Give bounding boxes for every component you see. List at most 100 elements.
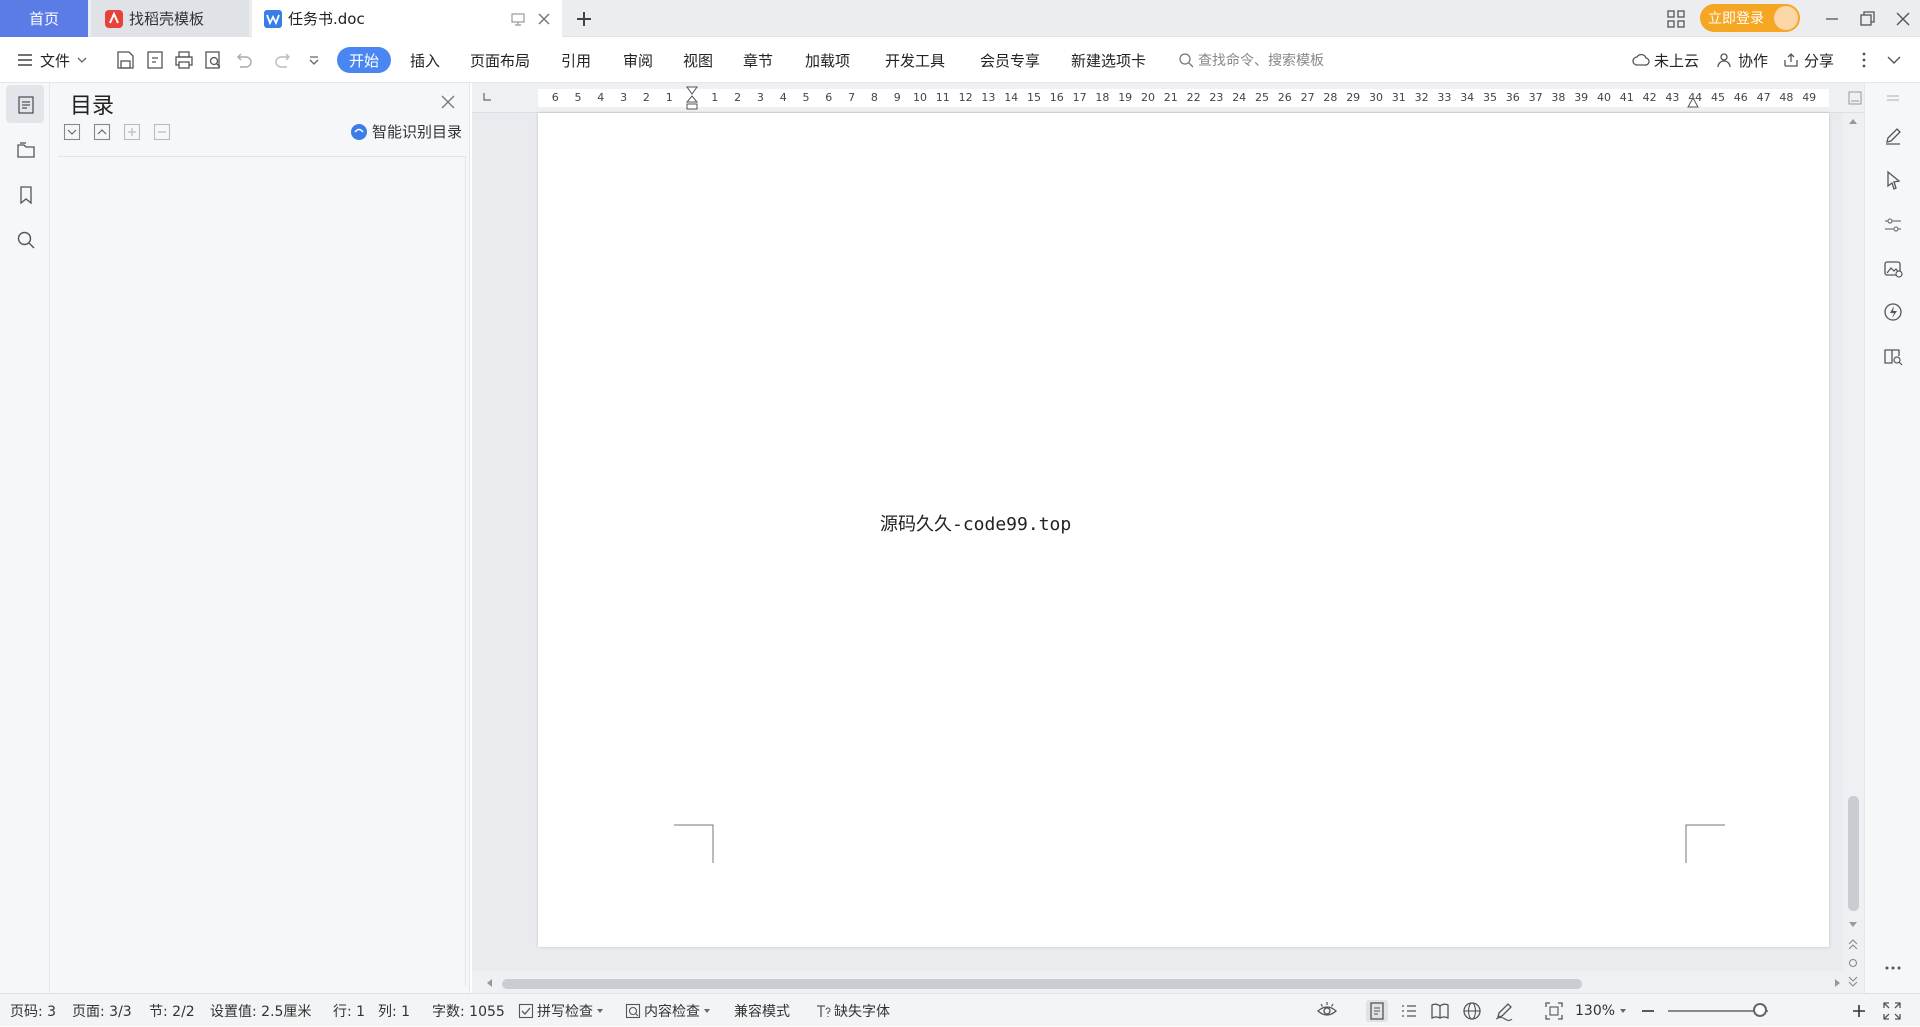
tab-references[interactable]: 引用 xyxy=(561,37,591,83)
tab-section[interactable]: 章节 xyxy=(743,37,773,83)
scroll-down-icon[interactable] xyxy=(1848,921,1858,929)
dropdown-caret-icon xyxy=(1619,1008,1627,1014)
tab-review[interactable]: 审阅 xyxy=(623,37,653,83)
margin-corner-right xyxy=(1685,824,1725,864)
page-view-icon[interactable] xyxy=(1366,1000,1388,1022)
login-button[interactable]: 立即登录 xyxy=(1700,4,1800,32)
eye-protection-icon[interactable] xyxy=(1316,1000,1338,1022)
more-vertical-icon[interactable] xyxy=(1853,49,1875,71)
restore-icon[interactable] xyxy=(1857,9,1877,29)
select-cursor-icon[interactable] xyxy=(1882,169,1904,191)
zoom-in-icon[interactable] xyxy=(1848,1000,1870,1022)
collab-button[interactable]: 协作 xyxy=(1716,37,1768,83)
export-pdf-icon[interactable] xyxy=(144,49,166,71)
tab-view[interactable]: 视图 xyxy=(683,37,713,83)
tab-page-layout[interactable]: 页面布局 xyxy=(470,37,530,83)
horizontal-scrollbar[interactable] xyxy=(472,971,1843,993)
status-page-code[interactable]: 页码: 3 xyxy=(10,994,56,1027)
print-preview-icon[interactable] xyxy=(202,49,224,71)
tab-float-icon[interactable] xyxy=(510,11,526,27)
minimize-icon[interactable] xyxy=(1822,9,1842,29)
bookmark-icon[interactable] xyxy=(14,183,38,207)
close-window-icon[interactable] xyxy=(1893,9,1913,29)
status-setting[interactable]: 设置值: 2.5厘米 xyxy=(210,994,311,1027)
zoom-slider-knob[interactable] xyxy=(1753,1003,1767,1017)
outline-view-icon[interactable] xyxy=(1398,1000,1420,1022)
right-indent-icon[interactable] xyxy=(1686,97,1700,109)
indent-marker-icon[interactable] xyxy=(685,85,699,111)
ruler-tick-label: 11 xyxy=(935,91,950,104)
tab-home[interactable]: 首页 xyxy=(0,0,88,37)
find-icon[interactable] xyxy=(14,228,38,252)
scroll-left-icon[interactable] xyxy=(485,978,493,988)
next-page-icon[interactable] xyxy=(1848,975,1858,987)
print-icon[interactable] xyxy=(173,49,195,71)
fullscreen-icon[interactable] xyxy=(1881,1000,1903,1022)
writing-mode-icon[interactable] xyxy=(1493,1000,1515,1022)
status-compat[interactable]: 兼容模式 xyxy=(734,994,790,1027)
web-view-icon[interactable] xyxy=(1461,1000,1483,1022)
cloud-status-button[interactable]: 未上云 xyxy=(1632,37,1699,83)
fit-page-icon[interactable] xyxy=(1543,1000,1565,1022)
quick-action-icon[interactable] xyxy=(1882,301,1904,323)
file-menu[interactable]: 文件 xyxy=(16,37,88,83)
tab-close-icon[interactable] xyxy=(536,11,552,27)
tab-insert[interactable]: 插入 xyxy=(410,37,440,83)
tab-member[interactable]: 会员专享 xyxy=(980,37,1040,83)
command-search[interactable]: 查找命令、搜索模板 xyxy=(1178,48,1378,72)
tab-stop-icon[interactable] xyxy=(482,92,492,102)
promote-level-icon[interactable] xyxy=(123,123,141,141)
document-page[interactable]: 源码久久-code99.top xyxy=(538,113,1829,947)
reading-view-icon[interactable] xyxy=(1429,1000,1451,1022)
adjust-sliders-icon[interactable] xyxy=(1882,214,1904,236)
demote-level-icon[interactable] xyxy=(153,123,171,141)
tab-start[interactable]: 开始 xyxy=(337,47,391,73)
reading-mode-icon[interactable] xyxy=(1882,345,1904,367)
vertical-scrollbar[interactable] xyxy=(1843,113,1864,993)
tab-new-tab[interactable]: 新建选项卡 xyxy=(1071,37,1146,83)
horizontal-ruler[interactable]: 6 5 4 3 2 1 1 2 3 4 5 6 7 8 9 10 11 12 13 14 15 16 17 18 19 20 21 2… xyxy=(472,83,1864,113)
edit-pen-icon[interactable] xyxy=(1882,125,1904,147)
zoom-dropdown[interactable]: 130% xyxy=(1575,994,1627,1027)
chapter-nav-icon[interactable] xyxy=(14,138,38,162)
share-button[interactable]: 分享 xyxy=(1782,37,1834,83)
expand-all-icon[interactable] xyxy=(63,123,81,141)
smart-toc-button[interactable]: 智能识别目录 xyxy=(350,121,462,142)
more-horizontal-icon[interactable] xyxy=(1882,957,1904,979)
document-text[interactable]: 源码久久-code99.top xyxy=(880,510,1071,536)
quick-access-more-icon[interactable] xyxy=(303,49,325,71)
zoom-out-icon[interactable] xyxy=(1637,1000,1659,1022)
tab-addins[interactable]: 加载项 xyxy=(805,37,850,83)
content-check-label: 内容检查 xyxy=(644,1003,700,1020)
collapse-all-icon[interactable] xyxy=(93,123,111,141)
apps-grid-icon[interactable] xyxy=(1666,9,1686,29)
new-tab-icon[interactable] xyxy=(573,8,595,30)
close-icon[interactable] xyxy=(439,93,457,111)
browse-object-icon[interactable] xyxy=(1848,958,1858,968)
vertical-scroll-thumb[interactable] xyxy=(1848,796,1859,911)
tab-document[interactable]: 任务书.doc xyxy=(252,0,562,37)
image-tools-icon[interactable] xyxy=(1882,258,1904,280)
save-icon[interactable] xyxy=(114,49,136,71)
content-check-button[interactable]: 内容检查 xyxy=(625,994,711,1027)
missing-font-button[interactable]: 缺失字体 xyxy=(815,994,890,1027)
status-section[interactable]: 节: 2/2 xyxy=(149,994,195,1027)
scroll-up-icon[interactable] xyxy=(1848,117,1858,125)
collapse-ribbon-icon[interactable] xyxy=(1883,49,1905,71)
ruler-toggle-icon[interactable] xyxy=(1848,91,1862,105)
undo-icon[interactable] xyxy=(232,49,254,71)
status-col[interactable]: 列: 1 xyxy=(378,994,410,1027)
tab-template[interactable]: 找稻壳模板 xyxy=(91,0,249,37)
status-pages[interactable]: 页面: 3/3 xyxy=(72,994,132,1027)
tab-developer[interactable]: 开发工具 xyxy=(885,37,945,83)
horizontal-scroll-thumb[interactable] xyxy=(502,979,1582,989)
status-row[interactable]: 行: 1 xyxy=(333,994,365,1027)
prev-page-icon[interactable] xyxy=(1848,939,1858,951)
hamburger-icon xyxy=(16,51,34,69)
spell-check-button[interactable]: 拼写检查 xyxy=(518,994,604,1027)
scroll-right-icon[interactable] xyxy=(1834,978,1842,988)
toc-panel-icon[interactable] xyxy=(14,93,38,117)
status-words[interactable]: 字数: 1055 xyxy=(432,994,505,1027)
collapse-pane-icon[interactable] xyxy=(1882,89,1904,111)
redo-icon[interactable] xyxy=(273,49,295,71)
